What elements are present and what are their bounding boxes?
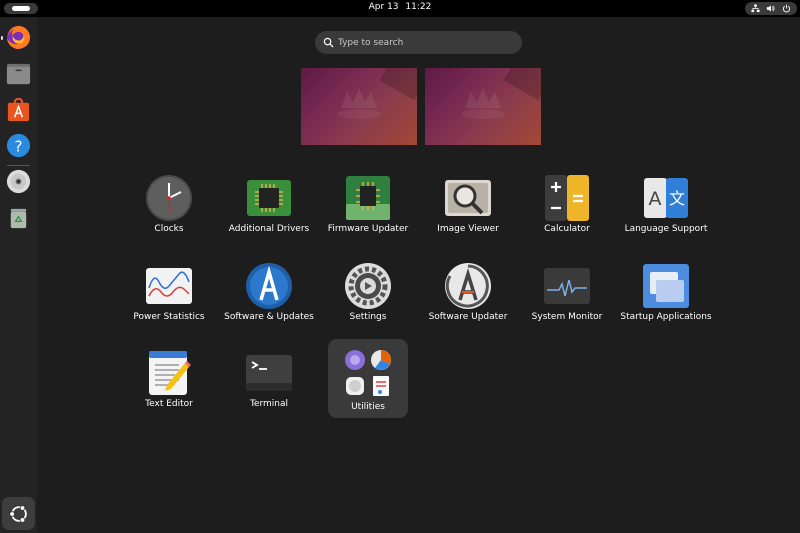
search-bar[interactable]	[315, 31, 522, 54]
app-label: Firmware Updater	[327, 224, 409, 234]
search-icon	[323, 37, 334, 48]
app-label: Clocks	[154, 224, 184, 234]
search-input[interactable]	[338, 34, 513, 51]
app-label: Text Editor	[145, 399, 193, 409]
firmware-chip-icon	[346, 176, 390, 220]
show-apps-button[interactable]	[2, 497, 35, 530]
workspace-thumbnail-2[interactable]	[425, 68, 541, 145]
files-icon[interactable]	[5, 60, 32, 87]
app-label: Terminal	[249, 399, 289, 409]
network-icon	[751, 4, 760, 13]
text-editor-icon	[149, 351, 191, 395]
app-calculator[interactable]: Calculator	[527, 170, 607, 248]
app-label: System Monitor	[531, 312, 603, 322]
app-label: Settings	[349, 312, 387, 322]
clock-date: Apr 13	[368, 2, 399, 12]
calculator-icon	[545, 175, 589, 221]
system-menu[interactable]	[745, 2, 797, 15]
app-text-editor[interactable]: Text Editor	[129, 345, 209, 423]
crown-watermark-icon	[461, 88, 505, 119]
disc-icon[interactable]	[5, 168, 32, 195]
power-icon	[782, 4, 790, 13]
app-label: Utilities	[351, 402, 385, 412]
app-firmware-updater[interactable]: Firmware Updater	[328, 170, 408, 248]
app-center-icon[interactable]	[5, 96, 32, 123]
help-icon[interactable]: ?	[5, 132, 32, 159]
dock-separator	[7, 165, 30, 166]
svg-text:?: ?	[14, 137, 22, 155]
app-language-support[interactable]: A 文 Language Support	[625, 170, 707, 248]
terminal-icon	[246, 355, 292, 391]
app-clocks[interactable]: Clocks	[129, 170, 209, 248]
folder-icon	[345, 350, 391, 396]
gear-icon	[345, 263, 391, 309]
app-system-monitor[interactable]: System Monitor	[527, 258, 607, 336]
clock[interactable]: Apr 13 11:22	[0, 2, 800, 12]
app-label: Calculator	[544, 224, 590, 234]
app-terminal[interactable]: Terminal	[229, 345, 309, 423]
monitor-icon	[544, 268, 590, 304]
app-folder-utilities[interactable]: Utilities	[328, 339, 408, 418]
updater-icon	[445, 263, 491, 309]
app-label: Power Statistics	[133, 312, 205, 322]
chip-icon	[247, 180, 291, 216]
graph-icon	[146, 268, 192, 304]
app-label: Software & Updates	[224, 312, 314, 322]
firefox-icon[interactable]	[5, 24, 32, 51]
app-label: Software Updater	[428, 312, 508, 322]
top-bar: Apr 13 11:22	[0, 0, 800, 17]
clock-icon	[146, 175, 192, 221]
startup-icon	[643, 264, 689, 308]
magnifier-icon	[445, 180, 491, 216]
app-label: Image Viewer	[437, 224, 499, 234]
svg-text:文: 文	[669, 189, 685, 208]
app-software-updater[interactable]: Software Updater	[428, 258, 508, 336]
app-label: Startup Applications	[620, 312, 712, 322]
svg-text:A: A	[649, 188, 662, 210]
app-power-statistics[interactable]: Power Statistics	[129, 258, 209, 336]
volume-icon	[767, 5, 775, 12]
app-software-and-updates[interactable]: Software & Updates	[224, 258, 314, 336]
trash-icon[interactable]	[5, 204, 32, 231]
clock-time: 11:22	[405, 2, 432, 12]
app-additional-drivers[interactable]: Additional Drivers	[229, 170, 309, 248]
running-indicator	[1, 36, 3, 40]
app-label: Language Support	[624, 224, 708, 234]
app-label: Additional Drivers	[228, 224, 310, 234]
app-settings[interactable]: Settings	[328, 258, 408, 336]
software-icon	[246, 263, 292, 309]
app-image-viewer[interactable]: Image Viewer	[428, 170, 508, 248]
crown-watermark-icon	[337, 88, 381, 119]
language-icon: A 文	[644, 178, 688, 218]
workspace-thumbnail-1[interactable]	[301, 68, 417, 145]
ubuntu-logo-icon	[8, 504, 27, 523]
app-startup-applications[interactable]: Startup Applications	[620, 258, 712, 336]
dock: ?	[0, 17, 37, 533]
